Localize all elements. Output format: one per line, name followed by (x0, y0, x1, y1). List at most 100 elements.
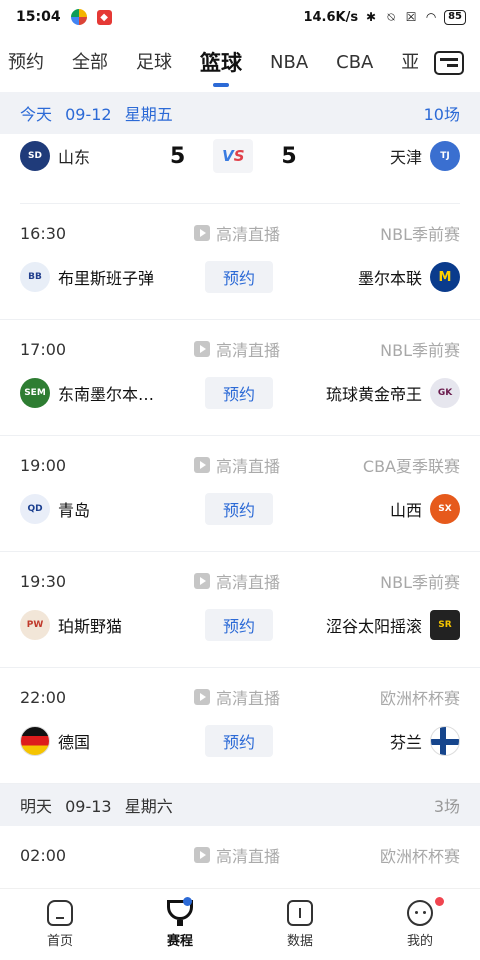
score-box: 5 VS 5 (170, 139, 297, 173)
match-card[interactable]: 19:00 高清直播 CBA夏季联赛 QD 青岛 预约 山西 SX (0, 436, 480, 552)
date-date: 09-12 (65, 105, 112, 124)
home-team-name: 青岛 (58, 501, 91, 520)
live-match-row[interactable]: SD 山东 5 VS 5 天津 TJ (0, 134, 480, 178)
home-team-name: 布里斯班子弹 (58, 269, 155, 288)
live-stream-tag: 高清直播 (194, 337, 280, 361)
tab-cba[interactable]: CBA (322, 34, 387, 92)
nav-data[interactable]: 数据 (240, 889, 360, 960)
match-card[interactable]: 16:30 高清直播 NBL季前赛 BB 布里斯班子弹 预约 墨尔本联 M (0, 204, 480, 320)
trophy-icon (167, 897, 193, 926)
team-logo-icon: QD (20, 494, 50, 524)
status-time: 15:04 (16, 9, 61, 25)
live-stream-tag: 高清直播 (194, 569, 280, 593)
team-logo-icon: BB (20, 262, 50, 292)
tab-football[interactable]: 足球 (122, 34, 186, 92)
league-name: NBL季前赛 (380, 573, 460, 592)
match-time: 16:30 (20, 223, 67, 243)
away-team-name: 芬兰 (389, 733, 422, 752)
play-icon (194, 225, 210, 241)
finland-flag-icon (430, 726, 460, 756)
mute-icon: ⍉ (387, 9, 395, 24)
date-header-tomorrow: 明天 09-13 星期六 3场 (0, 784, 480, 826)
bottom-navigation: 首页 赛程 数据 我的 (0, 888, 480, 960)
live-stream-tag: 高清直播 (194, 843, 280, 867)
away-score: 5 (281, 143, 297, 169)
home-score: 5 (170, 143, 186, 169)
match-time: 17:00 (20, 339, 67, 359)
league-name: 欧洲杯杯赛 (379, 689, 460, 708)
home-team-name: 东南墨尔本… (58, 385, 155, 404)
league-name: NBL季前赛 (380, 341, 460, 360)
date-header-today: 今天 09-12 星期五 10场 (0, 92, 480, 134)
team-logo-icon: SX (430, 494, 460, 524)
date-day: 明天 (20, 797, 53, 816)
reserve-button[interactable]: 预约 (205, 609, 273, 641)
away-team-name: 琉球黄金帝王 (325, 385, 422, 404)
league-name: NBL季前赛 (380, 225, 460, 244)
tab-reserved[interactable]: 预约 (0, 34, 58, 92)
vs-icon: VS (213, 139, 254, 173)
match-time: 02:00 (20, 845, 67, 865)
away-team-name: 山西 (389, 501, 422, 520)
away-team-name: 涩谷太阳摇滚 (325, 617, 422, 636)
home-team-name: 德国 (58, 733, 91, 752)
match-time: 19:00 (20, 455, 67, 475)
match-time: 19:30 (20, 571, 67, 591)
league-name: 欧洲杯杯赛 (379, 847, 460, 866)
date-weekday: 星期六 (124, 797, 173, 816)
date-weekday: 星期五 (124, 105, 173, 124)
divider (20, 178, 460, 204)
home-team-name: 山东 (58, 148, 91, 167)
play-icon (194, 341, 210, 357)
team-logo-icon: TJ (430, 141, 460, 171)
home-team-name: 珀斯野猫 (58, 617, 123, 636)
wifi-icon: ◠ (425, 10, 437, 24)
germany-flag-icon (20, 726, 50, 756)
match-count: 3场 (433, 797, 460, 816)
team-logo-icon: GK (430, 378, 460, 408)
tab-asia[interactable]: 亚洲 (387, 34, 418, 92)
nav-label: 我的 (406, 934, 433, 949)
battery-indicator: 85 (444, 9, 466, 25)
nav-label: 首页 (46, 934, 73, 949)
menu-icon (434, 51, 464, 75)
team-logo-icon: M (430, 262, 460, 292)
tab-menu-button[interactable] (418, 34, 480, 92)
tab-all[interactable]: 全部 (58, 34, 122, 92)
reserve-button[interactable]: 预约 (205, 377, 273, 409)
date-date: 09-13 (65, 797, 112, 816)
live-stream-tag: 高清直播 (194, 221, 280, 245)
play-icon (194, 847, 210, 863)
live-stream-tag: 高清直播 (194, 453, 280, 477)
date-day: 今天 (20, 105, 53, 124)
nav-profile[interactable]: 我的 (360, 889, 480, 960)
nav-label: 数据 (286, 934, 313, 949)
team-logo-icon: SD (20, 141, 50, 171)
home-icon (47, 900, 73, 926)
play-icon (194, 689, 210, 705)
nav-label: 赛程 (166, 934, 193, 949)
data-icon (287, 900, 313, 926)
nav-home[interactable]: 首页 (0, 889, 120, 960)
app-notification-icon (70, 9, 87, 25)
category-tabs: 预约 全部 足球 篮球 NBA CBA 亚洲 (0, 34, 480, 92)
match-card[interactable]: 22:00 高清直播 欧洲杯杯赛 德国 预约 芬兰 (0, 668, 480, 784)
reserve-button[interactable]: 预约 (205, 261, 273, 293)
reserve-button[interactable]: 预约 (205, 725, 273, 757)
away-team-name: 天津 (389, 148, 422, 167)
network-speed: 14.6K/s (303, 9, 359, 25)
notification-badge (435, 897, 444, 906)
reserve-button[interactable]: 预约 (205, 493, 273, 525)
live-stream-tag: 高清直播 (194, 685, 280, 709)
play-icon (194, 457, 210, 473)
app-badge-icon: ◆ (96, 9, 112, 25)
tab-nba[interactable]: NBA (256, 34, 322, 92)
nav-schedule[interactable]: 赛程 (120, 889, 240, 960)
tab-basketball[interactable]: 篮球 (186, 34, 256, 92)
bluetooth-icon: ✱ (366, 10, 377, 24)
status-bar: 15:04 ◆ 14.6K/s ✱ ⍉ ☒ ◠ 85 (0, 0, 480, 34)
match-card[interactable]: 17:00 高清直播 NBL季前赛 SEM 东南墨尔本… 预约 琉球黄金帝王 G… (0, 320, 480, 436)
team-logo-icon: SR (430, 610, 460, 640)
match-card[interactable]: 19:30 高清直播 NBL季前赛 PW 珀斯野猫 预约 涩谷太阳摇滚 SR (0, 552, 480, 668)
away-team-name: 墨尔本联 (357, 269, 422, 288)
